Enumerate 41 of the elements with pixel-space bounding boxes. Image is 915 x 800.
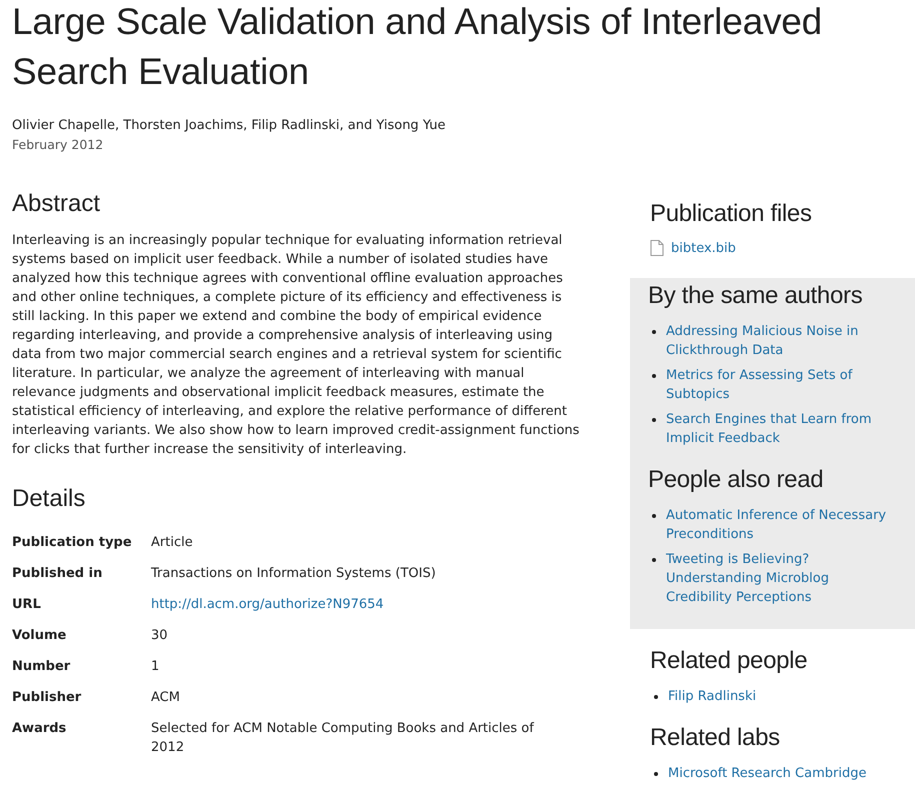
bullet-icon — [652, 558, 656, 562]
detail-value: Selected for ACM Notable Computing Books and Articles of 2012 — [151, 720, 536, 757]
detail-label: Awards — [12, 720, 68, 738]
detail-value: ACM — [151, 689, 181, 707]
related-link[interactable]: Search Engines that Learn from Implicit Feedback — [666, 410, 897, 448]
section-heading: Related people — [650, 647, 808, 675]
file-link[interactable]: bibtex.bib — [671, 240, 736, 256]
bullet-icon — [652, 514, 656, 518]
detail-label: Volume — [12, 627, 68, 645]
related-link[interactable]: Addressing Malicious Noise in Clickthrough Data — [666, 322, 897, 360]
bullet-icon — [652, 418, 656, 422]
detail-label: Publication type — [12, 534, 133, 552]
abstract-text: Interleaving is an increasingly popular technique for evaluating information retrieval systems based on implicit user feedback. While a number of isolated studies have analyzed how this technique agrees with conventional offline evaluation approaches and other online techniques, a complete picture of its efficiency and effectiveness is still lacking. In this paper we extend and combine the body of empirical evidence regarding interleaving, and provide a comprehensive analysis of interleaving using data from two major commercial search engines and a retrieval system for scientific literature. In particular, we analyze the agreement of interleaving with manual relevance judgments and observational implicit feedback measures, estimate the statistical efficiency of interleaving, and explore the relative performance of different interleaving variants. We also show how to learn improved credit-assignment functions for clicks that further increase the sensitivity of interleaving. — [12, 232, 580, 459]
bullet-icon — [652, 374, 656, 378]
related-link[interactable]: Filip Radlinski — [668, 687, 756, 706]
detail-value: 1 — [151, 658, 160, 676]
detail-value: Article — [151, 534, 194, 552]
detail-label: Publisher — [12, 689, 82, 707]
detail-label: Published in — [12, 565, 104, 583]
related-link[interactable]: Automatic Inference of Necessary Preconditions — [666, 506, 897, 544]
related-link[interactable]: Metrics for Assessing Sets of Subtopics — [666, 366, 897, 404]
author-list: Olivier Chapelle, Thorsten Joachims, Filip Radlinski, and Yisong Yue — [0, 116, 915, 135]
page-title: Large Scale Validation and Analysis of Interleaved Search Evaluation — [11, 0, 824, 94]
file-icon — [650, 240, 664, 256]
publication-date: February 2012 — [11, 136, 104, 154]
related-link[interactable]: Microsoft Research Cambridge — [668, 764, 866, 783]
url-link[interactable]: http://dl.acm.org/authorize?N97654 — [151, 597, 384, 612]
section-heading: Publication files — [650, 200, 813, 228]
section-heading: Related labs — [650, 724, 781, 752]
bullet-icon — [654, 695, 658, 699]
section-heading: People also read — [648, 466, 824, 494]
section-heading: By the same authors — [648, 282, 864, 310]
section-heading: Abstract — [12, 190, 102, 218]
detail-value: 30 — [151, 627, 169, 645]
bullet-icon — [652, 330, 656, 334]
detail-label: Number — [12, 658, 72, 676]
detail-value: Transactions on Information Systems (TOIS) — [151, 565, 437, 583]
section-heading: Details — [12, 485, 86, 513]
related-link[interactable]: Tweeting is Believing? Understanding Microblog Credibility Perceptions — [666, 550, 897, 607]
bullet-icon — [654, 772, 658, 776]
detail-label: URL — [12, 596, 42, 614]
